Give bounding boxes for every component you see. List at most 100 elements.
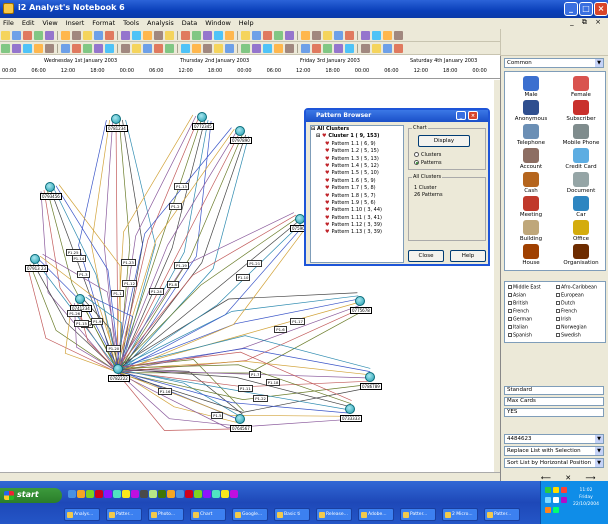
link-label[interactable]: P1.7 — [249, 371, 262, 379]
palette-item-cash[interactable]: Cash — [507, 172, 555, 194]
toolbar-button-icon[interactable] — [61, 44, 70, 53]
clusters-radio-dot[interactable] — [414, 152, 419, 157]
quick-launch-icon[interactable] — [104, 490, 112, 498]
toolbar-button-icon[interactable] — [345, 44, 354, 53]
clusters-radio[interactable]: Clusters — [414, 152, 441, 158]
checkbox[interactable] — [508, 317, 512, 321]
phone-entity-icon[interactable] — [30, 254, 40, 264]
attribute-checkbox[interactable]: Italian — [508, 325, 528, 331]
minimize-button[interactable]: _ — [564, 2, 578, 16]
quick-launch-icon[interactable] — [230, 490, 238, 498]
dialog-close-button[interactable]: × — [468, 111, 478, 120]
attribute-checkbox[interactable]: Asian — [508, 293, 526, 299]
menu-view[interactable]: View — [39, 18, 60, 27]
toolbar-button-icon[interactable] — [34, 44, 43, 53]
link-label[interactable]: P1.11 — [238, 385, 253, 392]
toolbar-button-icon[interactable] — [165, 44, 174, 53]
quick-launch-icon[interactable] — [113, 490, 121, 498]
quick-launch-icon[interactable] — [77, 490, 85, 498]
attribute-checkbox[interactable]: French — [508, 309, 529, 315]
link-line[interactable] — [117, 217, 299, 370]
link-label[interactable]: P1.12 — [122, 279, 137, 287]
checkbox[interactable] — [556, 301, 560, 305]
toolbar-button-icon[interactable] — [12, 44, 21, 53]
phone-entity-icon[interactable] — [45, 182, 55, 192]
palette-item-car[interactable]: Car — [557, 196, 605, 218]
toolbar-button-icon[interactable] — [83, 31, 92, 40]
toolbar-button-icon[interactable] — [263, 31, 272, 40]
link-label[interactable]: P1.26 — [67, 309, 83, 317]
quick-launch-icon[interactable] — [95, 490, 103, 498]
menu-format[interactable]: Format — [89, 18, 118, 27]
toolbar-button-icon[interactable] — [312, 31, 321, 40]
toolbar-button-icon[interactable] — [45, 31, 54, 40]
link-label[interactable]: P1.22 — [253, 394, 268, 402]
taskbar-button[interactable]: Patter... — [106, 508, 142, 521]
quick-launch-icon[interactable] — [185, 490, 193, 498]
pattern-item[interactable]: ♥ Pattern 1.11 ( 3, 41) — [311, 215, 403, 222]
menu-tools[interactable]: Tools — [120, 18, 142, 27]
quick-launch-icon[interactable] — [140, 490, 148, 498]
link-label[interactable]: P1.18 — [265, 378, 281, 386]
palette-item-male[interactable]: Male — [507, 76, 555, 98]
pattern-item[interactable]: ♥ Pattern 1.1 ( 6, 9) — [311, 141, 403, 148]
pattern-item[interactable]: ♥ Pattern 1.13 ( 3, 39) — [311, 229, 403, 236]
link-line[interactable] — [119, 119, 209, 371]
quick-launch-icon[interactable] — [212, 490, 220, 498]
toolbar-button-icon[interactable] — [192, 31, 201, 40]
toolbar-button-icon[interactable] — [203, 44, 212, 53]
toolbar-button-icon[interactable] — [1, 44, 10, 53]
palette-item-female[interactable]: Female — [557, 76, 605, 98]
toolbar-button-icon[interactable] — [301, 31, 310, 40]
pattern-item[interactable]: ♥ Pattern 1.2 ( 5, 15) — [311, 148, 403, 155]
quick-launch-icon[interactable] — [122, 490, 130, 498]
checkbox[interactable] — [508, 309, 512, 313]
toolbar-button-icon[interactable] — [181, 44, 190, 53]
attribute-checkbox[interactable]: Norwegian — [556, 325, 587, 331]
palette-item-building[interactable]: Building — [507, 220, 555, 242]
toolbar-button-icon[interactable] — [105, 44, 114, 53]
toolbar-button-icon[interactable] — [23, 44, 32, 53]
pattern-item[interactable]: ♥ Pattern 1.7 ( 5, 8) — [311, 185, 403, 192]
toolbar-button-icon[interactable] — [225, 31, 234, 40]
taskbar-button[interactable]: Patter... — [400, 508, 436, 521]
toolbar-button-icon[interactable] — [165, 31, 174, 40]
toolbar-button-icon[interactable] — [372, 44, 381, 53]
toolbar-button-icon[interactable] — [12, 31, 21, 40]
checkbox[interactable] — [556, 333, 560, 337]
toolbar-button-icon[interactable] — [285, 31, 294, 40]
palette-item-house[interactable]: House — [507, 244, 555, 266]
toolbar-button-icon[interactable] — [72, 31, 81, 40]
phone-entity-icon[interactable] — [111, 114, 121, 124]
attribute-checkbox[interactable]: European — [556, 293, 584, 299]
toolbar-button-icon[interactable] — [285, 44, 294, 53]
link-label[interactable]: P1.2 — [169, 203, 182, 211]
taskbar-button[interactable]: Analys... — [64, 508, 100, 521]
phone-entity-icon[interactable] — [235, 414, 245, 424]
number-combo[interactable]: 4484623 ▼ — [504, 434, 604, 444]
palette-item-anonymous[interactable]: Anonymous — [507, 100, 555, 122]
close-button[interactable]: × — [594, 2, 608, 16]
link-label[interactable]: P1.19 — [174, 261, 189, 269]
quick-launch-icon[interactable] — [167, 490, 175, 498]
link-label[interactable]: P1.23 — [121, 259, 136, 266]
attribute-checkbox[interactable]: Swedish — [556, 333, 581, 339]
toolbar-button-icon[interactable] — [192, 44, 201, 53]
toolbar-button-icon[interactable] — [312, 44, 321, 53]
style-field[interactable]: Standard — [504, 386, 604, 395]
chevron-down-icon[interactable]: ▼ — [595, 459, 603, 467]
link-label[interactable]: P1.17 — [290, 318, 305, 326]
link-label[interactable]: P1.1 — [111, 290, 124, 297]
toolbar-button-icon[interactable] — [154, 44, 163, 53]
toolbar-button-icon[interactable] — [94, 44, 103, 53]
taskbar-button[interactable]: Basic ti — [274, 508, 310, 521]
link-label[interactable]: P1.21 — [247, 260, 263, 267]
tree-cluster[interactable]: ⊟ ♥ Cluster 1 ( 9, 153) — [311, 133, 403, 140]
link-line[interactable] — [117, 131, 241, 371]
link-label[interactable]: P1.8 — [166, 281, 179, 289]
link-label[interactable]: P1.5 — [211, 412, 224, 419]
patterns-radio[interactable]: Patterns — [414, 160, 442, 166]
tray-icon[interactable] — [553, 507, 559, 513]
toolbar-button-icon[interactable] — [23, 31, 32, 40]
quick-launch-icon[interactable] — [86, 490, 94, 498]
